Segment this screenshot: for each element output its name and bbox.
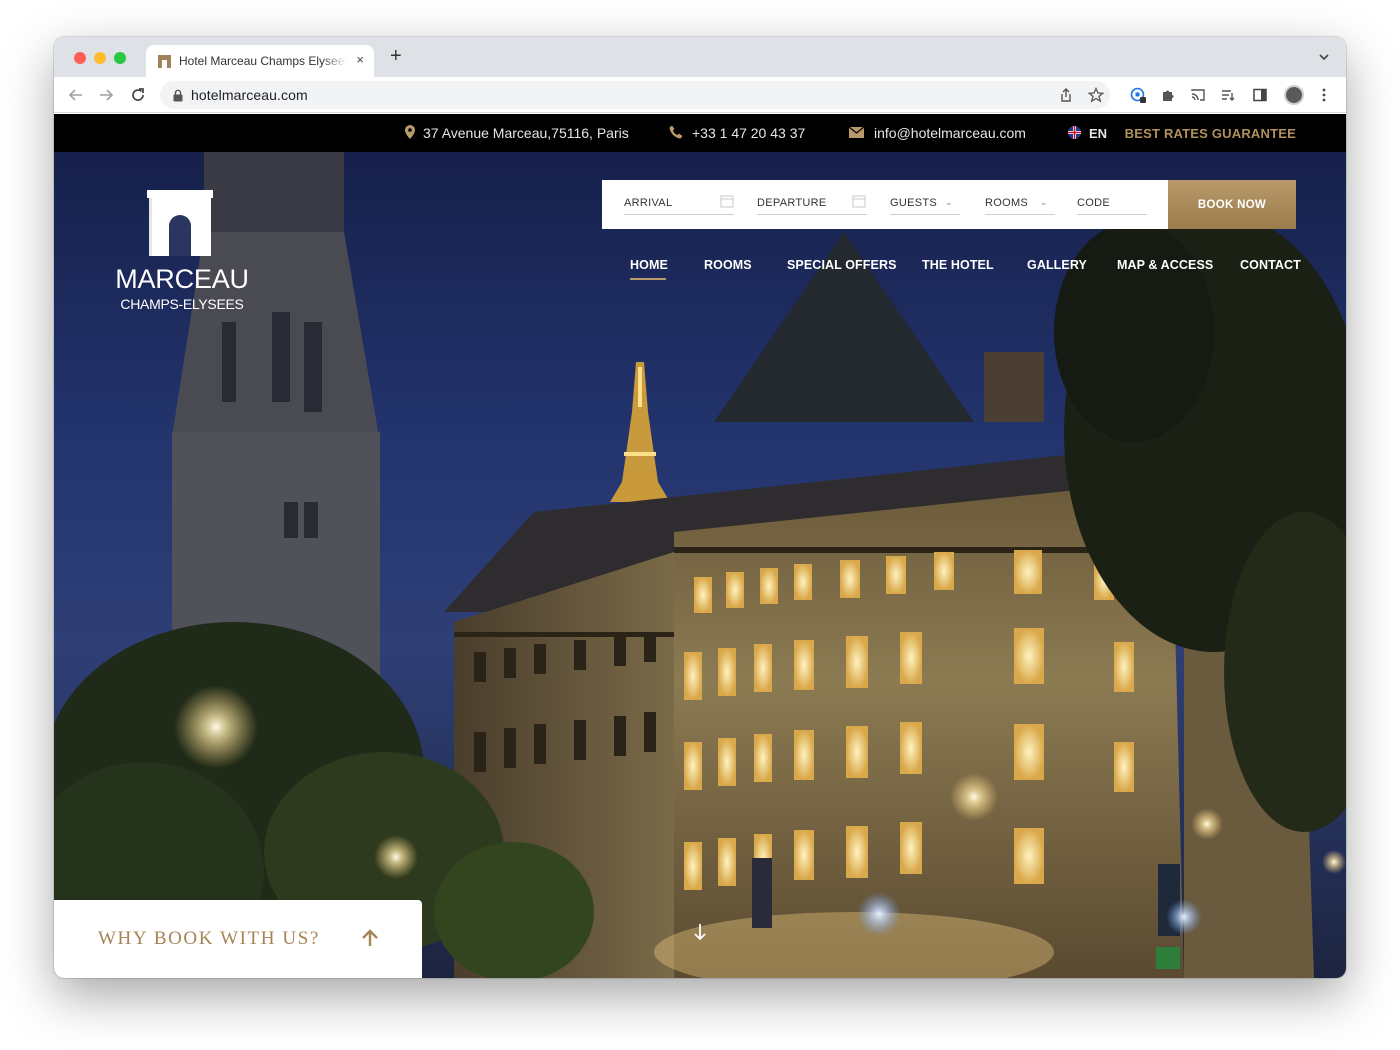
departure-underline xyxy=(757,214,867,215)
why-book-panel[interactable]: WHY BOOK WITH US? xyxy=(54,900,422,978)
hotel-favicon-icon xyxy=(158,55,171,68)
best-rates-link[interactable]: BEST RATES GUARANTEE xyxy=(1125,126,1296,141)
url-text: hotelmarceau.com xyxy=(191,87,308,103)
chrome-back-icon[interactable] xyxy=(66,85,86,105)
logo-subtitle: CHAMPS-ELYSEES xyxy=(120,296,244,312)
close-window-button[interactable] xyxy=(74,52,86,64)
arrival-label: ARRIVAL xyxy=(624,197,673,209)
maximize-window-button[interactable] xyxy=(114,52,126,64)
nav-gallery[interactable]: GALLERY xyxy=(1027,258,1087,272)
reading-list-icon[interactable] xyxy=(1220,87,1236,103)
phone-link[interactable]: +33 1 47 20 43 37 xyxy=(692,125,805,141)
sidebar-icon[interactable] xyxy=(1252,87,1268,103)
nav-map-access[interactable]: MAP & ACCESS xyxy=(1117,258,1213,272)
phone-icon xyxy=(669,125,683,139)
arrow-down-icon[interactable] xyxy=(692,922,708,942)
guests-underline xyxy=(890,214,960,215)
uk-flag-icon[interactable] xyxy=(1068,126,1081,139)
arrival-field[interactable]: ARRIVAL xyxy=(624,180,734,229)
share-icon[interactable] xyxy=(1058,87,1074,103)
guests-select[interactable]: GUESTS ⌄ xyxy=(890,180,960,229)
code-label: CODE xyxy=(1077,197,1110,209)
departure-label: DEPARTURE xyxy=(757,197,827,209)
nav-rooms[interactable]: ROOMS xyxy=(704,258,752,272)
star-icon[interactable] xyxy=(1088,87,1104,103)
lock-icon xyxy=(173,89,183,102)
webpage: 37 Avenue Marceau,75116, Paris +33 1 47 … xyxy=(54,114,1346,978)
chevron-down-icon: ⌄ xyxy=(1040,197,1048,207)
nav-the-hotel[interactable]: THE HOTEL xyxy=(922,258,994,272)
hotel-logo[interactable]: MARCEAU CHAMPS-ELYSEES xyxy=(102,190,262,320)
cast-icon[interactable] xyxy=(1190,87,1206,103)
guests-label: GUESTS xyxy=(890,197,938,209)
arrival-underline xyxy=(624,214,734,215)
browser-tab-active[interactable]: Hotel Marceau Champs Elysees × xyxy=(146,45,374,77)
new-tab-button[interactable]: + xyxy=(390,46,402,66)
departure-field[interactable]: DEPARTURE xyxy=(757,180,867,229)
map-pin-icon xyxy=(405,125,415,139)
reload-icon[interactable] xyxy=(128,85,148,105)
puzzle-icon[interactable] xyxy=(1160,87,1176,103)
chevron-down-icon: ⌄ xyxy=(945,197,953,207)
calendar-icon xyxy=(852,195,866,208)
browser-toolbar: hotelmarceau.com xyxy=(54,77,1346,113)
rooms-underline xyxy=(985,214,1055,215)
language-selector[interactable]: EN xyxy=(1089,126,1107,141)
tab-close-button[interactable]: × xyxy=(356,52,364,68)
browser-window: Hotel Marceau Champs Elysees × + hotelma… xyxy=(54,37,1346,978)
info-bar: 37 Avenue Marceau,75116, Paris +33 1 47 … xyxy=(54,114,1346,152)
tab-search-chevron-icon[interactable] xyxy=(1318,51,1330,63)
arrow-up-icon xyxy=(362,929,378,946)
nav-special-offers[interactable]: SPECIAL OFFERS xyxy=(787,258,897,272)
profile-avatar[interactable] xyxy=(1284,85,1304,105)
extension-icon[interactable] xyxy=(1130,87,1146,103)
menu-dots-icon[interactable] xyxy=(1316,87,1332,103)
arch-logo-icon xyxy=(147,190,213,256)
tab-strip: Hotel Marceau Champs Elysees × + xyxy=(54,37,1346,77)
rooms-select[interactable]: ROOMS ⌄ xyxy=(985,180,1055,229)
address-text: 37 Avenue Marceau,75116, Paris xyxy=(423,125,629,141)
booking-form: ARRIVAL DEPARTURE GUESTS ⌄ ROOMS ⌄ CODE … xyxy=(602,180,1296,229)
email-link[interactable]: info@hotelmarceau.com xyxy=(874,125,1026,141)
logo-name: MARCEAU xyxy=(115,264,249,294)
address-bar[interactable]: hotelmarceau.com xyxy=(160,81,1110,109)
calendar-icon xyxy=(720,195,734,208)
code-underline xyxy=(1077,214,1147,215)
main-navigation: HOME ROOMS SPECIAL OFFERS THE HOTEL GALL… xyxy=(630,258,1301,282)
nav-home[interactable]: HOME xyxy=(630,258,668,272)
envelope-icon xyxy=(849,127,864,138)
tab-title: Hotel Marceau Champs Elysees xyxy=(179,54,347,68)
chrome-forward-icon[interactable] xyxy=(96,85,116,105)
hero-image: MARCEAU CHAMPS-ELYSEES ARRIVAL DEPARTURE xyxy=(54,152,1346,978)
rooms-label: ROOMS xyxy=(985,197,1029,209)
promo-code-input[interactable]: CODE xyxy=(1077,180,1147,229)
why-book-label: WHY BOOK WITH US? xyxy=(98,928,320,949)
book-now-button[interactable]: BOOK NOW xyxy=(1168,180,1296,229)
minimize-window-button[interactable] xyxy=(94,52,106,64)
nav-active-indicator xyxy=(630,278,666,280)
nav-contact[interactable]: CONTACT xyxy=(1240,258,1301,272)
